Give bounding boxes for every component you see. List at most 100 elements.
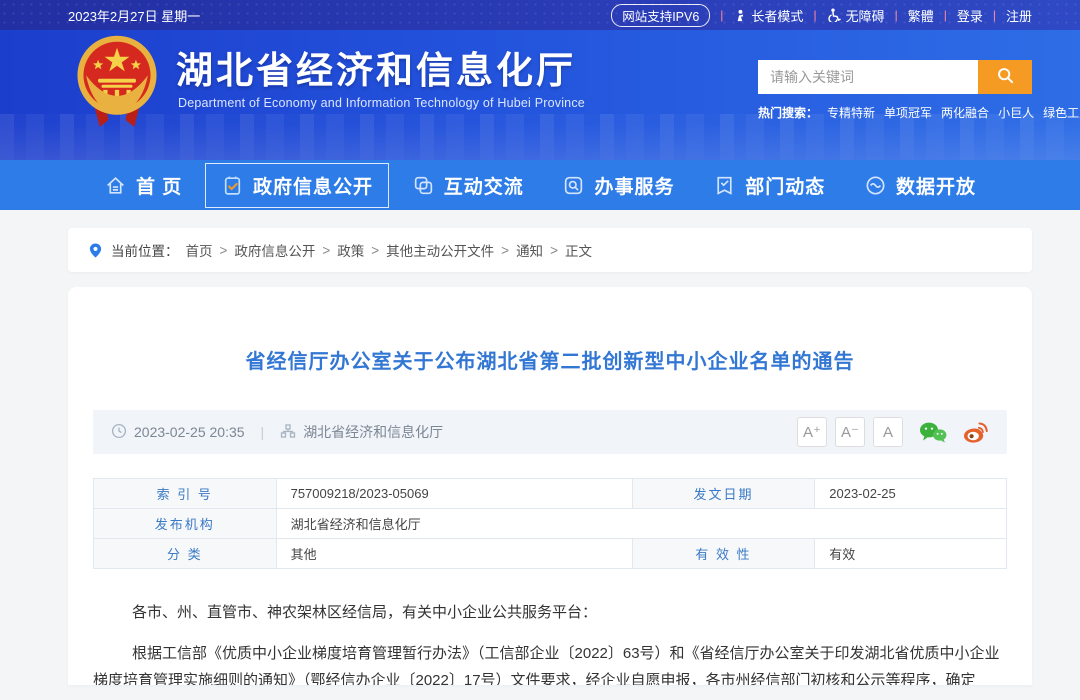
font-reset-button[interactable]: A xyxy=(873,417,903,447)
location-pin-icon xyxy=(88,242,103,259)
breadcrumb-current: 正文 xyxy=(565,240,592,260)
article-source: 湖北省经济和信息化厅 xyxy=(280,422,443,442)
nav-label: 互动交流 xyxy=(444,172,524,199)
wechat-share-icon[interactable] xyxy=(919,421,947,444)
breadcrumb-separator: > xyxy=(550,243,558,258)
validity-label: 有 效 性 xyxy=(632,539,815,569)
breadcrumb-home[interactable]: 首页 xyxy=(186,240,213,260)
nav-label: 首 页 xyxy=(136,172,182,199)
nav-item-dept-news[interactable]: 部门动态 xyxy=(697,163,841,208)
nav-item-gov-info[interactable]: 政府信息公开 xyxy=(205,163,389,208)
traditional-chinese-link[interactable]: 繁體 xyxy=(908,6,934,25)
home-icon xyxy=(104,174,127,197)
nav-label: 办事服务 xyxy=(594,172,674,199)
data-wave-icon xyxy=(864,174,887,197)
body-paragraph: 根据工信部《优质中小企业梯度培育管理暂行办法》（工信部企业〔2022〕63号）和… xyxy=(93,640,1007,685)
site-title: 湖北省经济和信息化厅 xyxy=(176,40,576,94)
elder-mode-label: 长者模式 xyxy=(751,6,803,25)
breadcrumb-policy[interactable]: 政策 xyxy=(337,240,364,260)
topbar-links: 网站支持IPV6 | 长者模式 | 无障碍 | 繁體 | 登录 | 注册 xyxy=(611,4,1032,27)
service-search-icon xyxy=(562,174,585,197)
hot-keyword[interactable]: 专精特新 xyxy=(827,104,875,121)
meta-separator: | xyxy=(261,424,265,440)
separator: | xyxy=(944,8,947,22)
breadcrumb-gov-info[interactable]: 政府信息公开 xyxy=(234,240,315,260)
register-label: 注册 xyxy=(1006,6,1032,25)
table-row: 发布机构 湖北省经济和信息化厅 xyxy=(94,509,1007,539)
breadcrumb-label: 当前位置： xyxy=(111,240,179,260)
article-body: 各市、州、直管市、神农架林区经信局，有关中小企业公共服务平台： 根据工信部《优质… xyxy=(93,599,1007,685)
login-label: 登录 xyxy=(957,6,983,25)
breadcrumb-separator: > xyxy=(322,243,330,258)
category-label: 分 类 xyxy=(94,539,277,569)
ipv6-badge[interactable]: 网站支持IPV6 xyxy=(611,4,710,27)
table-row: 索 引 号 757009218/2023-05069 发文日期 2023-02-… xyxy=(94,479,1007,509)
body-paragraph: 各市、州、直管市、神农架林区经信局，有关中小企业公共服务平台： xyxy=(93,599,1007,626)
clock-icon xyxy=(111,423,127,442)
gov-info-icon xyxy=(221,174,244,197)
publisher-label: 发布机构 xyxy=(94,509,277,539)
org-icon xyxy=(280,423,296,442)
nav-label: 数据开放 xyxy=(896,172,976,199)
index-number-label: 索 引 号 xyxy=(94,479,277,509)
wheelchair-icon xyxy=(827,8,841,22)
site-header: 湖北省经济和信息化厅 Department of Economy and Inf… xyxy=(0,30,1080,160)
weibo-share-icon[interactable] xyxy=(963,421,989,444)
hot-search-label: 热门搜索： xyxy=(758,104,818,121)
dept-news-icon xyxy=(713,174,736,197)
topbar: 2023年2月27日 星期一 网站支持IPV6 | 长者模式 | 无障碍 | 繁… xyxy=(0,0,1080,30)
accessibility-link[interactable]: 无障碍 xyxy=(827,6,885,25)
hot-keyword[interactable]: 两化融合 xyxy=(941,104,989,121)
search-input[interactable] xyxy=(758,60,978,94)
issue-date-value: 2023-02-25 xyxy=(815,479,1007,509)
hot-keyword[interactable]: 单项冠军 xyxy=(884,104,932,121)
publisher-value: 湖北省经济和信息化厅 xyxy=(276,509,1006,539)
main-nav: 首 页 政府信息公开 互动交流 办事服务 部门动态 数据开放 xyxy=(0,160,1080,210)
hot-keyword[interactable]: 绿色工厂 xyxy=(1043,104,1080,121)
article-meta-bar: 2023-02-25 20:35 | 湖北省经济和信息化厅 A⁺ A⁻ A xyxy=(93,410,1007,454)
nav-item-home[interactable]: 首 页 xyxy=(88,163,198,208)
category-value: 其他 xyxy=(276,539,632,569)
person-icon xyxy=(733,9,746,22)
nav-label: 政府信息公开 xyxy=(253,172,373,199)
separator: | xyxy=(895,8,898,22)
login-link[interactable]: 登录 xyxy=(957,6,983,25)
traditional-label: 繁體 xyxy=(908,6,934,25)
issue-date-label: 发文日期 xyxy=(632,479,815,509)
article-source-text: 湖北省经济和信息化厅 xyxy=(303,422,443,442)
article-title: 省经信厅办公室关于公布湖北省第二批创新型中小企业名单的通告 xyxy=(93,287,1007,374)
search-icon xyxy=(996,66,1015,88)
breadcrumb-separator: > xyxy=(371,243,379,258)
search-button[interactable] xyxy=(978,60,1032,94)
page: 2023年2月27日 星期一 网站支持IPV6 | 长者模式 | 无障碍 | 繁… xyxy=(0,0,1080,700)
nav-item-interaction[interactable]: 互动交流 xyxy=(396,163,540,208)
index-number-value: 757009218/2023-05069 xyxy=(276,479,632,509)
breadcrumb-separator: > xyxy=(501,243,509,258)
elder-mode-link[interactable]: 长者模式 xyxy=(733,6,803,25)
register-link[interactable]: 注册 xyxy=(1006,6,1032,25)
national-emblem-logo xyxy=(74,34,160,132)
accessibility-label: 无障碍 xyxy=(846,6,885,25)
meta-tools: A⁺ A⁻ A xyxy=(797,417,989,447)
font-larger-button[interactable]: A⁺ xyxy=(797,417,827,447)
site-subtitle: Department of Economy and Information Te… xyxy=(178,96,585,110)
search-box xyxy=(758,60,1032,94)
font-smaller-button[interactable]: A⁻ xyxy=(835,417,865,447)
nav-item-open-data[interactable]: 数据开放 xyxy=(848,163,992,208)
separator: | xyxy=(720,8,723,22)
article-card: 省经信厅办公室关于公布湖北省第二批创新型中小企业名单的通告 2023-02-25… xyxy=(68,287,1032,685)
breadcrumb-notice[interactable]: 通知 xyxy=(516,240,543,260)
hot-keyword[interactable]: 小巨人 xyxy=(998,104,1034,121)
hot-search: 热门搜索： 专精特新 单项冠军 两化融合 小巨人 绿色工厂 xyxy=(758,104,1032,121)
publish-time-text: 2023-02-25 20:35 xyxy=(134,424,245,440)
validity-value: 有效 xyxy=(815,539,1007,569)
breadcrumb: 当前位置： 首页 > 政府信息公开 > 政策 > 其他主动公开文件 > 通知 >… xyxy=(68,228,1032,272)
breadcrumb-other-docs[interactable]: 其他主动公开文件 xyxy=(386,240,494,260)
current-date: 2023年2月27日 星期一 xyxy=(68,6,200,25)
separator: | xyxy=(993,8,996,22)
nav-item-services[interactable]: 办事服务 xyxy=(546,163,690,208)
publish-time: 2023-02-25 20:35 xyxy=(111,423,245,442)
nav-label: 部门动态 xyxy=(745,172,825,199)
table-row: 分 类 其他 有 效 性 有效 xyxy=(94,539,1007,569)
breadcrumb-separator: > xyxy=(220,243,228,258)
